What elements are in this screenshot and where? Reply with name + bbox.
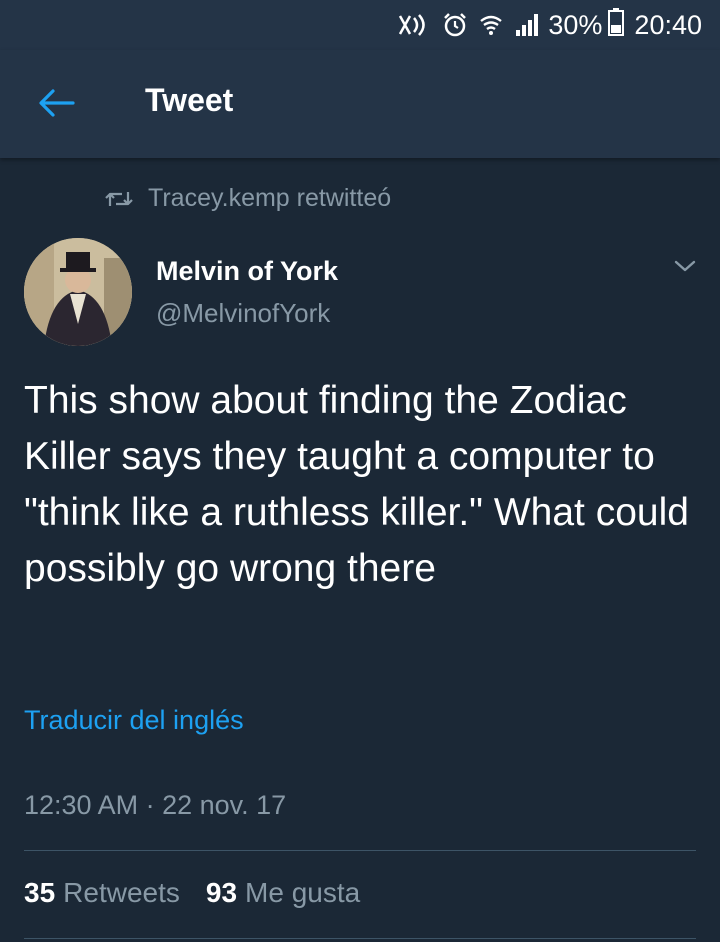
page-title: Tweet <box>145 82 234 118</box>
retweet-icon <box>104 188 134 210</box>
signal-icon <box>514 12 540 38</box>
chevron-down-icon <box>674 259 696 278</box>
author-handle[interactable]: @MelvinofYork <box>156 298 330 329</box>
likes-label: Me gusta <box>245 877 361 908</box>
arrow-left-icon <box>36 87 76 124</box>
tweet-timestamp: 12:30 AM · 22 nov. 17 <box>24 790 287 820</box>
tweet-options-button[interactable] <box>670 254 700 282</box>
back-button[interactable] <box>26 80 86 130</box>
status-time: 20:40 <box>634 9 702 40</box>
likes-count: 93 <box>205 877 238 908</box>
app-bar: Tweet <box>0 50 720 158</box>
author-name[interactable]: Melvin of York <box>156 256 338 287</box>
translate-link[interactable]: Traducir del inglés <box>24 705 244 736</box>
battery-percentage: 30% <box>548 9 603 40</box>
retweet-context[interactable]: Tracey.kemp retwitteó <box>104 184 391 213</box>
likes-stat[interactable]: 93 Me gusta <box>206 877 360 909</box>
avatar[interactable] <box>24 238 132 346</box>
tweet-stats: 35 Retweets 93 Me gusta <box>24 877 386 909</box>
battery-icon <box>608 7 625 43</box>
alarm-icon <box>442 12 468 38</box>
wifi-icon <box>478 12 504 38</box>
retweet-context-text: Tracey.kemp retwitteó <box>148 184 392 212</box>
status-bar: 30% 20:40 <box>0 0 720 50</box>
retweets-count: 35 <box>24 877 56 908</box>
nfc-icon <box>396 12 432 38</box>
divider <box>24 938 696 939</box>
retweets-stat[interactable]: 35 Retweets <box>24 877 180 909</box>
tweet-text: This show about finding the Zodiac Kille… <box>24 379 689 590</box>
retweets-label: Retweets <box>63 877 180 908</box>
divider <box>24 850 696 851</box>
